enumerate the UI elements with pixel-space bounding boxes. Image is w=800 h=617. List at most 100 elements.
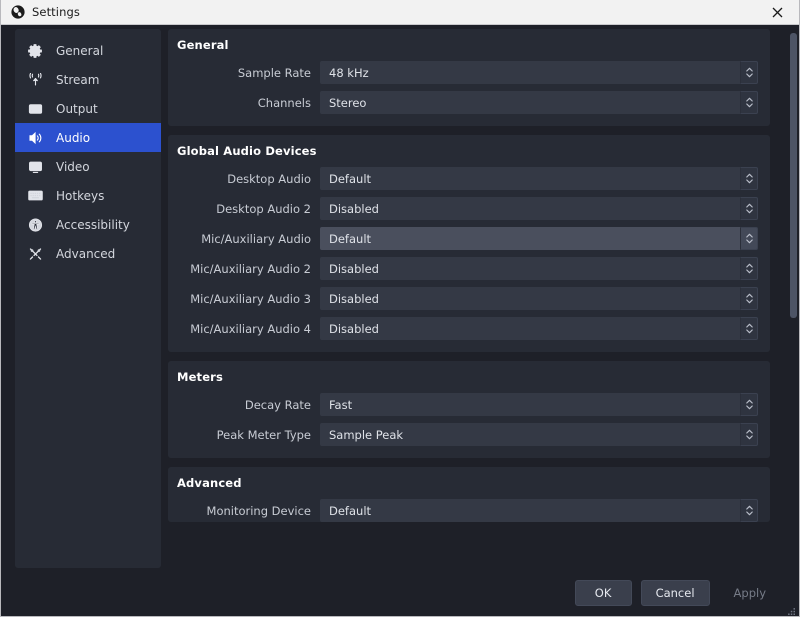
- chevron-updown-icon[interactable]: [740, 257, 758, 280]
- chevron-updown-icon[interactable]: [740, 317, 758, 340]
- dropdown-value[interactable]: Default: [320, 167, 740, 190]
- setting-dropdown[interactable]: Default: [320, 227, 758, 250]
- setting-dropdown[interactable]: Default: [320, 499, 758, 522]
- setting-dropdown[interactable]: Disabled: [320, 317, 758, 340]
- setting-row: Mic/Auxiliary Audio 2 Disabled: [177, 257, 758, 280]
- setting-label: Mic/Auxiliary Audio: [201, 231, 311, 246]
- sidebar-item-label: Audio: [56, 130, 91, 145]
- setting-dropdown[interactable]: Fast: [320, 393, 758, 416]
- sidebar-item-label: Accessibility: [56, 217, 130, 232]
- setting-row: Mic/Auxiliary Audio 3 Disabled: [177, 287, 758, 310]
- setting-label: Monitoring Device: [206, 503, 311, 518]
- settings-group: Meters Decay Rate Fast Peak Meter Type Sampl…: [168, 361, 770, 458]
- sidebar-item-label: Advanced: [56, 246, 116, 261]
- setting-dropdown[interactable]: Default: [320, 167, 758, 190]
- setting-dropdown[interactable]: Disabled: [320, 257, 758, 280]
- resize-grip[interactable]: [785, 602, 797, 615]
- chevron-updown-icon[interactable]: [740, 393, 758, 416]
- dialog-body: General Stream Output Audio Video Hotkey…: [1, 25, 799, 616]
- chevron-updown-icon[interactable]: [740, 197, 758, 220]
- close-icon: [772, 7, 783, 18]
- setting-row: Mic/Auxiliary Audio 4 Disabled: [177, 317, 758, 340]
- setting-label: Desktop Audio 2: [216, 201, 311, 216]
- setting-label: Mic/Auxiliary Audio 2: [190, 261, 311, 276]
- sidebar-item-general[interactable]: General: [15, 36, 161, 65]
- settings-group: General Sample Rate 48 kHz Channels Stereo: [168, 29, 770, 126]
- keyboard-icon: [28, 187, 47, 204]
- setting-dropdown[interactable]: Disabled: [320, 197, 758, 220]
- setting-label: Sample Rate: [237, 65, 311, 80]
- dialog-button-bar: OK Cancel Apply: [1, 570, 799, 616]
- setting-row: Desktop Audio Default: [177, 167, 758, 190]
- setting-dropdown[interactable]: Sample Peak: [320, 423, 758, 446]
- output-screen-icon: [28, 100, 47, 117]
- setting-label: Desktop Audio: [227, 171, 311, 186]
- setting-label: Peak Meter Type: [216, 427, 311, 442]
- setting-row: Monitoring Device Default: [177, 499, 758, 522]
- setting-row: Sample Rate 48 kHz: [177, 61, 758, 84]
- content-scrollbar-thumb[interactable]: [790, 33, 797, 318]
- speaker-icon: [28, 129, 47, 146]
- cancel-button[interactable]: Cancel: [640, 580, 710, 606]
- dropdown-value[interactable]: Stereo: [320, 91, 740, 114]
- sidebar-item-label: Hotkeys: [56, 188, 105, 203]
- sidebar-item-label: Stream: [56, 72, 100, 87]
- chevron-updown-icon[interactable]: [740, 287, 758, 310]
- group-title: Meters: [177, 370, 223, 384]
- setting-label: Channels: [257, 95, 311, 110]
- gear-icon: [28, 42, 47, 59]
- content-scrollbar-track[interactable]: [787, 29, 799, 568]
- sidebar-item-audio[interactable]: Audio: [15, 123, 161, 152]
- setting-dropdown[interactable]: Stereo: [320, 91, 758, 114]
- accessibility-icon: [28, 216, 47, 233]
- chevron-updown-icon[interactable]: [740, 499, 758, 522]
- settings-group: Advanced Monitoring Device Default: [168, 467, 770, 522]
- sidebar-item-output[interactable]: Output: [15, 94, 161, 123]
- dropdown-value[interactable]: Disabled: [320, 317, 740, 340]
- setting-row: Decay Rate Fast: [177, 393, 758, 416]
- close-button[interactable]: [755, 0, 799, 24]
- sidebar-item-accessibility[interactable]: Accessibility: [15, 210, 161, 239]
- ok-button[interactable]: OK: [574, 580, 632, 606]
- dropdown-value[interactable]: Fast: [320, 393, 740, 416]
- dropdown-value[interactable]: Default: [320, 227, 740, 250]
- setting-row: Desktop Audio 2 Disabled: [177, 197, 758, 220]
- sidebar-item-video[interactable]: Video: [15, 152, 161, 181]
- apply-button: Apply: [733, 586, 766, 600]
- sidebar-item-hotkeys[interactable]: Hotkeys: [15, 181, 161, 210]
- settings-dialog-window: Settings General Stream Output Audio Vid…: [0, 0, 800, 617]
- setting-label: Mic/Auxiliary Audio 3: [190, 291, 311, 306]
- chevron-updown-icon[interactable]: [740, 227, 758, 250]
- settings-content-area: General Sample Rate 48 kHz Channels Stereo Gl…: [168, 29, 770, 568]
- settings-sidebar: General Stream Output Audio Video Hotkey…: [15, 29, 161, 568]
- setting-row: Channels Stereo: [177, 91, 758, 114]
- setting-dropdown[interactable]: Disabled: [320, 287, 758, 310]
- sidebar-item-stream[interactable]: Stream: [15, 65, 161, 94]
- sidebar-item-label: General: [56, 43, 104, 58]
- dropdown-value[interactable]: Disabled: [320, 257, 740, 280]
- chevron-updown-icon[interactable]: [740, 91, 758, 114]
- settings-scroll-content: General Sample Rate 48 kHz Channels Stereo Gl…: [168, 29, 770, 531]
- setting-row: Peak Meter Type Sample Peak: [177, 423, 758, 446]
- dropdown-value[interactable]: Disabled: [320, 197, 740, 220]
- settings-group: Global Audio Devices Desktop Audio Default…: [168, 135, 770, 352]
- title-bar: Settings: [1, 0, 799, 25]
- setting-row: Mic/Auxiliary Audio Default: [177, 227, 758, 250]
- setting-dropdown[interactable]: 48 kHz: [320, 61, 758, 84]
- dropdown-value[interactable]: Disabled: [320, 287, 740, 310]
- group-title: Global Audio Devices: [177, 144, 317, 158]
- chevron-updown-icon[interactable]: [740, 61, 758, 84]
- window-title: Settings: [32, 5, 80, 19]
- chevron-updown-icon[interactable]: [740, 167, 758, 190]
- sidebar-item-advanced[interactable]: Advanced: [15, 239, 161, 268]
- group-title: General: [177, 38, 229, 52]
- chevron-updown-icon[interactable]: [740, 423, 758, 446]
- broadcast-icon: [28, 71, 47, 88]
- dropdown-value[interactable]: Sample Peak: [320, 423, 740, 446]
- setting-label: Decay Rate: [244, 397, 311, 412]
- group-title: Advanced: [177, 476, 242, 490]
- obs-logo-icon: [10, 5, 25, 20]
- dropdown-value[interactable]: Default: [320, 499, 740, 522]
- sidebar-item-label: Video: [56, 159, 90, 174]
- dropdown-value[interactable]: 48 kHz: [320, 61, 740, 84]
